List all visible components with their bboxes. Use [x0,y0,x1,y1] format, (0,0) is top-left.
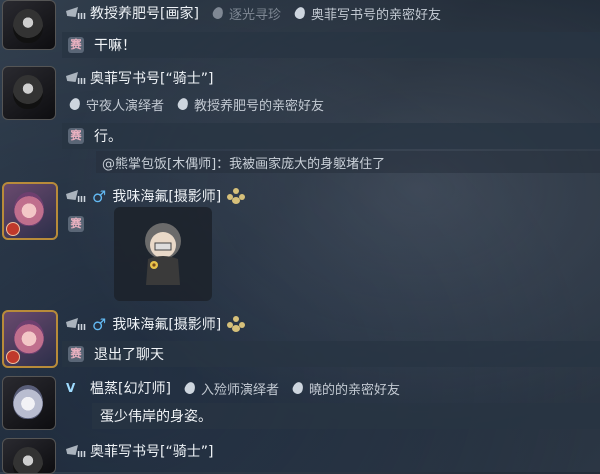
sender-name[interactable]: 奥菲写书号[“骑士”] [90,441,213,461]
water-drop-icon [183,380,197,396]
title-tag: 入殓师演绎者 [183,379,279,398]
message-text: 蛋少伟岸的身姿。 [100,409,212,425]
water-drop-icon [176,96,190,112]
friend-tag: 教授养肥号的亲密好友 [176,95,324,114]
level-badge-icon [6,350,20,364]
sender-name[interactable]: 榅蒸[幻灯师] [90,378,171,398]
avatar-face [13,9,43,43]
sender-name[interactable]: 教授养肥号[画家] [90,3,199,23]
title-tag: 守夜人演绎者 [68,95,164,114]
message-header: V 榅蒸[幻灯师] 入殓师演绎者 曉的的亲密好友 [66,378,400,398]
avatar[interactable] [2,376,56,430]
wing-rank-icon: III [66,443,86,459]
message-bubble: 蛋少伟岸的身姿。 [92,403,600,429]
v-rank-icon: V [66,381,76,395]
paw-icon [227,316,246,332]
paw-icon [227,188,246,204]
male-icon: ♂ [92,314,107,334]
status-badge: 赛 [68,346,84,362]
tag-row: 守夜人演绎者 教授养肥号的亲密好友 [66,94,324,114]
sender-name[interactable]: 奥菲写书号[“骑士”] [90,68,213,88]
message-header: III 教授养肥号[画家] 逐光寻珍 奥菲写书号的亲密好友 [66,3,441,23]
status-badge: 赛 [68,216,84,232]
message-header: III ♂ 我味海氟[摄影师] [66,314,246,334]
avatar-face [13,447,43,473]
avatar[interactable] [2,66,56,120]
avatar-face [13,385,43,419]
message-text: 退出了聊天 [94,347,164,363]
wing-rank-icon: III [66,70,86,86]
sender-name[interactable]: 我味海氟[摄影师] [112,314,221,334]
avatar-face [14,320,44,354]
avatar[interactable] [2,310,58,368]
title-tag: 逐光寻珍 [211,4,281,23]
wing-rank-icon: III [66,316,86,332]
sticker-image[interactable] [114,207,212,301]
message-header: III 奥菲写书号[“骑士”] [66,441,213,461]
water-drop-icon [293,5,307,21]
avatar[interactable] [2,0,56,50]
wing-rank-icon: III [66,5,86,21]
message-header: III 奥菲写书号[“骑士”] [66,68,213,88]
avatar-face [14,192,44,226]
message-bubble: 赛 退出了聊天 [62,341,600,367]
wing-rank-icon: III [66,188,86,204]
water-drop-icon [68,96,82,112]
message-text: 行。 [94,129,122,145]
message-text: 干嘛！ [94,38,136,54]
message-bubble: 赛 干嘛！ [62,32,600,58]
message-bubble: 赛 行。 [62,123,600,149]
avatar[interactable] [2,182,58,240]
level-badge-icon [6,222,20,236]
sender-name[interactable]: 我味海氟[摄影师] [112,186,221,206]
water-drop-icon [211,5,225,21]
status-badge: 赛 [68,37,84,53]
status-badge: 赛 [68,128,84,144]
message-header: III ♂ 我味海氟[摄影师] [66,186,246,206]
avatar-face [13,75,43,109]
friend-tag: 奥菲写书号的亲密好友 [293,4,441,23]
quoted-reply[interactable]: @熊掌包饭[木偶师]：我被画家庞大的身躯堵住了 [96,151,600,173]
male-icon: ♂ [92,186,107,206]
doll-sticker-icon [145,223,181,285]
friend-tag: 曉的的亲密好友 [291,379,400,398]
avatar[interactable] [2,438,56,474]
water-drop-icon [291,380,305,396]
